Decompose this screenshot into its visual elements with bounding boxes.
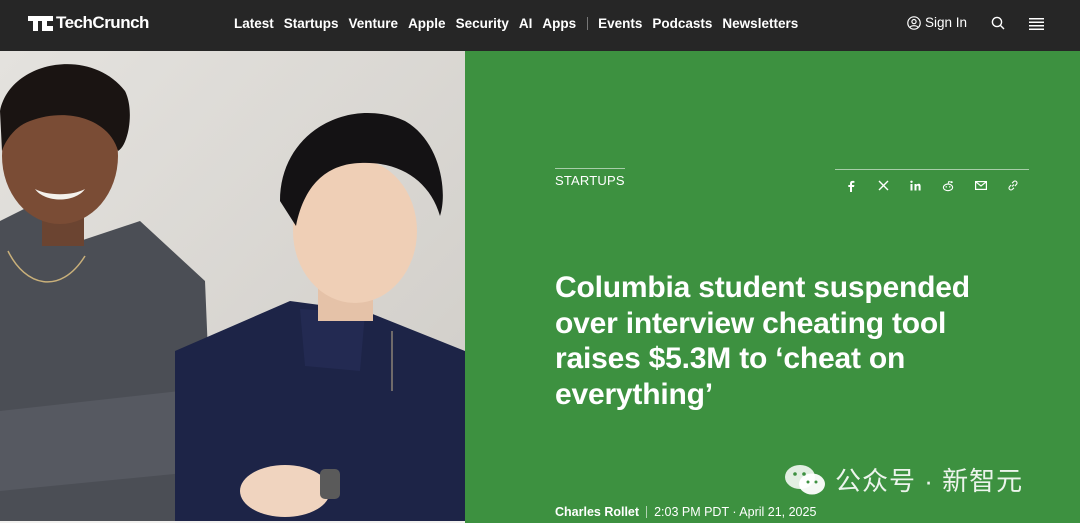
nav-venture[interactable]: Venture xyxy=(349,16,399,31)
article-byline: Charles Rollet 2:03 PM PDT · April 21, 2… xyxy=(555,505,816,519)
user-icon xyxy=(907,15,921,30)
nav-apple[interactable]: Apple xyxy=(408,16,446,31)
hero-photo xyxy=(0,51,465,523)
nav-ai[interactable]: AI xyxy=(519,16,533,31)
main-nav: Latest Startups Venture Apple Security A… xyxy=(234,14,808,32)
nav-latest[interactable]: Latest xyxy=(234,16,274,31)
wechat-watermark: 公众号 · 新智元 xyxy=(783,461,1023,498)
nav-startups[interactable]: Startups xyxy=(284,16,339,31)
email-icon[interactable] xyxy=(974,180,987,192)
author-link[interactable]: Charles Rollet xyxy=(555,505,639,519)
article-category[interactable]: STARTUPS xyxy=(555,168,625,188)
sign-in-button[interactable]: Sign In xyxy=(907,15,967,30)
sign-in-label: Sign In xyxy=(925,15,968,30)
top-navigation-bar: TechCrunch Latest Startups Venture Apple… xyxy=(0,0,1080,51)
share-bar xyxy=(835,169,1029,201)
search-icon xyxy=(991,16,1005,30)
techcrunch-logo[interactable]: TechCrunch xyxy=(28,14,149,32)
byline-divider xyxy=(646,506,648,518)
menu-button[interactable] xyxy=(1029,17,1044,35)
nav-security[interactable]: Security xyxy=(456,16,509,31)
linkedin-icon[interactable] xyxy=(910,180,922,192)
tc-logo-icon xyxy=(28,15,54,31)
x-icon[interactable] xyxy=(877,180,889,192)
nav-newsletters[interactable]: Newsletters xyxy=(722,16,798,31)
search-button[interactable] xyxy=(991,16,1005,35)
brand-name: TechCrunch xyxy=(56,13,149,32)
hamburger-menu-icon xyxy=(1029,18,1044,30)
reddit-icon[interactable] xyxy=(942,180,954,192)
nav-apps[interactable]: Apps xyxy=(542,16,576,31)
watermark-text: 公众号 · 新智元 xyxy=(835,466,1024,496)
wechat-icon xyxy=(785,464,825,494)
facebook-icon[interactable] xyxy=(845,180,857,192)
nav-divider xyxy=(587,16,589,30)
nav-events[interactable]: Events xyxy=(598,16,642,31)
nav-podcasts[interactable]: Podcasts xyxy=(652,16,712,31)
link-icon[interactable] xyxy=(1007,180,1019,192)
publish-time: 2:03 PM PDT · April 21, 2025 xyxy=(654,505,817,519)
article-headline: Columbia student suspended over intervie… xyxy=(555,271,970,411)
